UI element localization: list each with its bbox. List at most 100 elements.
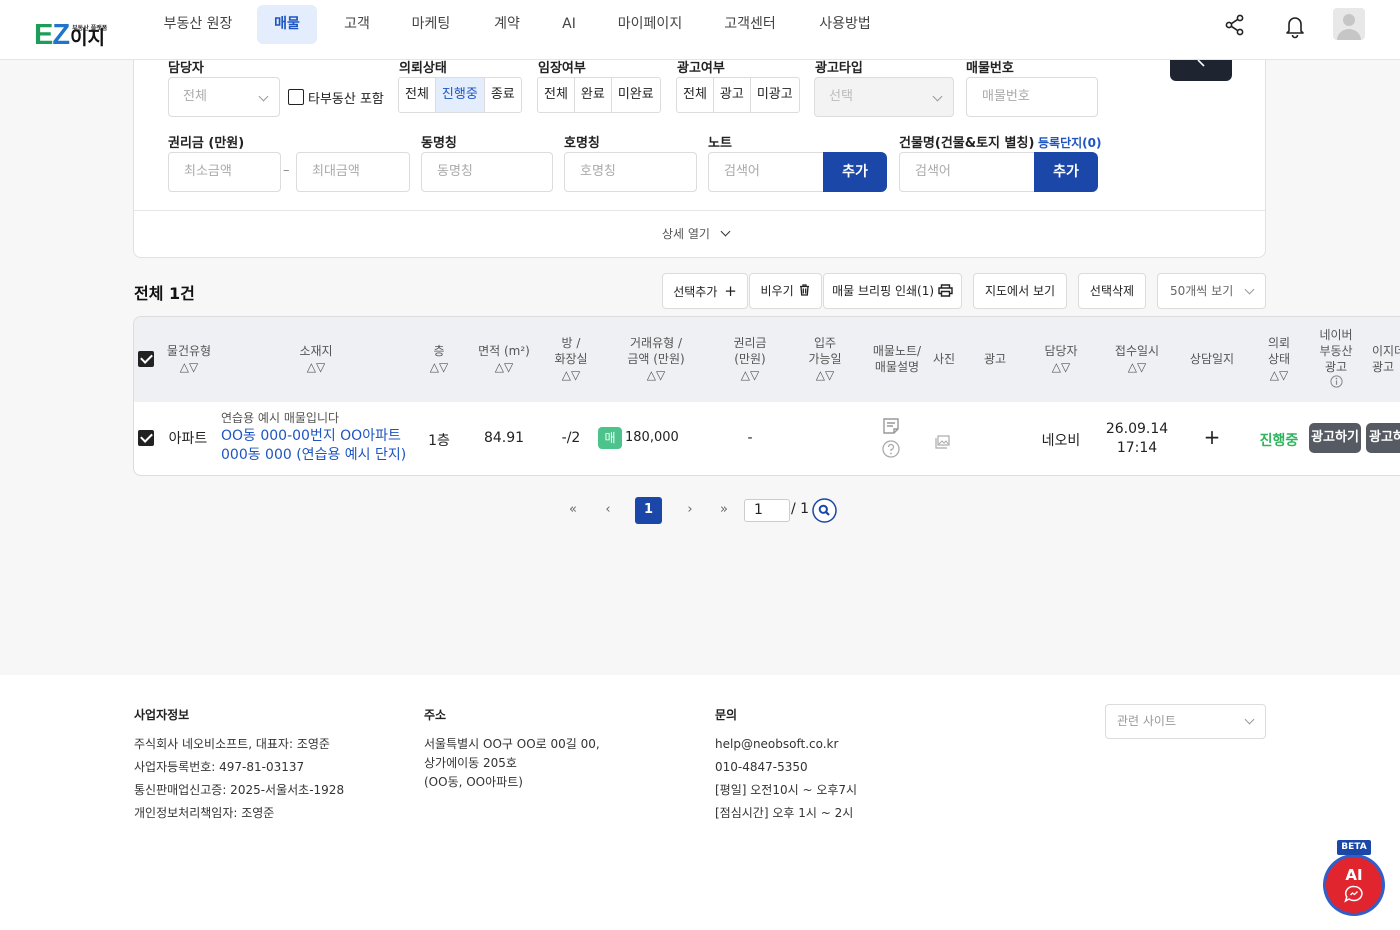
col-received[interactable]: 접수일시 △▽ [1109,343,1165,375]
sort-icon[interactable]: △▽ [430,360,448,374]
prev-page-button[interactable]: ‹ [597,497,619,523]
col-location[interactable]: 소재지 △▽ [284,343,348,375]
manager-select-value: 전체 [183,89,207,104]
ad-all[interactable]: 전체 [677,78,714,112]
nav-contract[interactable]: 계약 [480,5,534,44]
col-premium[interactable]: 권리금 (만원) △▽ [723,335,777,383]
nav-howto[interactable]: 사용방법 [808,5,882,44]
nav-mypage[interactable]: 마이페이지 [608,5,692,44]
biz-line: 개인정보처리책임자: 조영준 [134,806,275,820]
entry-done[interactable]: 완료 [575,78,612,112]
print-briefing-button[interactable]: 매물 브리핑 인쇄(1) [823,273,962,309]
note-icon[interactable] [882,417,900,435]
building-add-button[interactable]: 추가 [1034,152,1098,192]
user-icon [1337,14,1361,40]
sort-icon[interactable]: △▽ [307,360,325,374]
request-status-ended[interactable]: 종료 [485,78,521,112]
nav-listings[interactable]: 매물 [257,5,317,44]
row-checkbox[interactable] [138,430,154,446]
col-status[interactable]: 의뢰 상태 △▽ [1261,335,1297,383]
ad-no[interactable]: 미광고 [751,78,799,112]
request-status-segment: 전체 진행중 종료 [398,77,522,113]
next-page-button[interactable]: › [679,497,701,523]
request-status-all[interactable]: 전체 [399,78,436,112]
col-consult: 상담일지 [1189,352,1235,366]
photo-icon[interactable] [935,435,950,449]
sort-icon[interactable]: △▽ [741,368,759,382]
related-sites-select[interactable]: 관련 사이트 [1105,704,1266,739]
clear-button[interactable]: 비우기 [749,273,822,309]
printer-icon [938,284,953,297]
sort-icon[interactable]: △▽ [180,360,198,374]
nav-support[interactable]: 고객센터 [714,5,786,44]
current-page[interactable]: 1 [635,497,662,524]
other-ad-button[interactable]: 광고하 [1366,423,1400,453]
col-type[interactable]: 물건유형 △▽ [164,343,214,375]
dong-label: 동명칭 [421,136,457,151]
contact-lines: help@neobsoft.co.kr 010-4847-5350 [평일] 오… [715,733,857,825]
sort-icon[interactable]: △▽ [1270,368,1288,382]
help-icon[interactable] [882,440,900,458]
nav-ledger[interactable]: 부동산 원장 [155,5,241,44]
detail-open-button[interactable]: 상세 열기 [662,225,731,242]
sort-icon[interactable]: △▽ [495,360,513,374]
nav-customers[interactable]: 고객 [330,5,384,44]
col-manager[interactable]: 담당자 △▽ [1036,343,1086,375]
nav-marketing[interactable]: 마케팅 [401,5,461,44]
add-selected-button[interactable]: 선택추가 + [662,273,748,309]
dong-input[interactable]: 동명칭 [421,152,553,192]
delete-selected-button[interactable]: 선택삭제 [1078,273,1146,309]
last-page-button[interactable]: » [713,497,735,523]
top-navigation: EZ 부동산 플랫폼 이지 부동산 원장 매물 고객 마케팅 계약 AI 마이페이… [0,0,1400,60]
adtype-select[interactable]: 선택 [814,77,954,117]
contact-email[interactable]: help@neobsoft.co.kr [715,733,857,756]
ai-chat-button[interactable]: AI [1323,854,1385,916]
ho-input[interactable]: 호명칭 [564,152,697,192]
col-rooms-label: 방 / 화장실 [554,336,588,366]
map-view-button[interactable]: 지도에서 보기 [973,273,1067,309]
logo[interactable]: EZ 부동산 플랫폼 이지 [34,10,107,50]
page-input[interactable]: 1 [744,499,790,522]
address-line: 서울특별시 OO구 OO로 00길 00, [424,737,600,751]
registered-complex-link[interactable]: 등록단지(0) [1038,134,1101,151]
col-area[interactable]: 면적 (m²) △▽ [474,343,534,375]
biz-info-lines: 주식회사 네오비소프트, 대표자: 조영준 사업자등록번호: 497-81-03… [134,733,344,825]
share-icon[interactable] [1221,12,1249,40]
naver-ad-button[interactable]: 광고하기 [1309,423,1361,453]
premium-min-input[interactable]: 최소금액 [168,152,281,192]
sort-icon[interactable]: △▽ [816,368,834,382]
select-all-checkbox[interactable] [138,351,154,367]
manager-select[interactable]: 전체 [168,77,280,117]
entry-notdone[interactable]: 미완료 [612,78,660,112]
col-rooms[interactable]: 방 / 화장실 △▽ [547,335,595,383]
avatar[interactable] [1333,8,1365,40]
col-floor[interactable]: 층 △▽ [424,343,454,375]
other-realty-checkbox[interactable] [288,89,304,105]
request-status-ongoing[interactable]: 진행중 [435,78,485,112]
sort-icon[interactable]: △▽ [1052,360,1070,374]
table-header: 물건유형 △▽ 소재지 △▽ 층 △▽ 면적 (m²) △▽ 방 / 화장실 △▽ 거래유… [134,317,1400,402]
biz-line: 주식회사 네오비소프트, 대표자: 조영준 [134,737,330,751]
premium-max-input[interactable]: 최대금액 [296,152,410,192]
nav-ai[interactable]: AI [552,5,586,44]
add-consult-button[interactable]: + [1200,425,1224,449]
building-input[interactable]: 검색어 [899,152,1036,192]
page-size-select[interactable]: 50개씩 보기 [1157,273,1266,309]
bell-icon[interactable] [1281,12,1309,40]
sort-icon[interactable]: △▽ [562,368,580,382]
sort-icon[interactable]: △▽ [1128,360,1146,374]
col-movein[interactable]: 입주 가능일 △▽ [799,335,851,383]
sort-icon[interactable]: △▽ [647,368,665,382]
table-row[interactable]: 아파트 연습용 예시 매물입니다 OO동 000-00번지 OO아파트 000동… [134,402,1400,475]
page-search-icon[interactable] [812,498,837,523]
col-deal[interactable]: 거래유형 / 금액 (만원) △▽ [617,335,695,383]
row-address-link[interactable]: OO동 000-00번지 OO아파트 000동 000 (연습용 예시 단지) [221,427,411,465]
note-add-button[interactable]: 추가 [823,152,887,192]
info-icon[interactable] [1329,375,1343,388]
entry-all[interactable]: 전체 [538,78,575,112]
note-input[interactable]: 검색어 [708,152,825,192]
search-button[interactable] [1170,59,1232,81]
number-input[interactable]: 매물번호 [966,77,1098,117]
first-page-button[interactable]: « [562,497,584,523]
ad-yes[interactable]: 광고 [714,78,751,112]
